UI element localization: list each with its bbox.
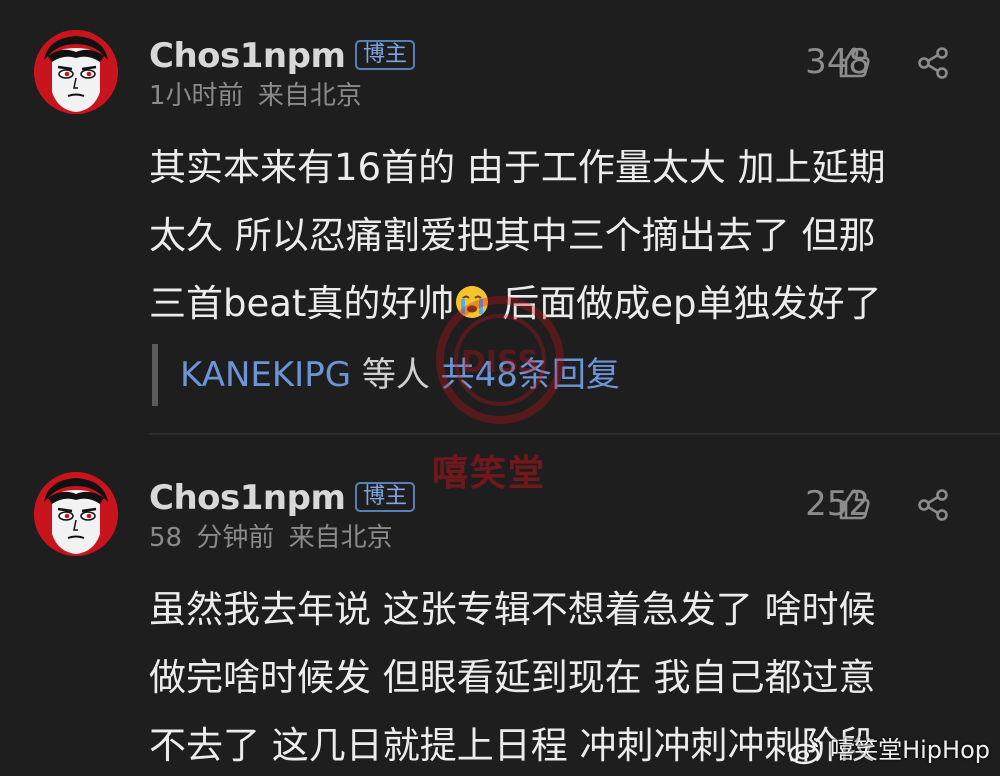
comment-location: 来自北京 (288, 523, 393, 553)
divider (149, 433, 1000, 435)
weibo-watermark-text: 嘻笑堂HipHop (830, 736, 990, 764)
avatar[interactable] (34, 30, 118, 114)
watermark-mark: DISS (461, 345, 539, 380)
username[interactable]: Chos1npm (149, 478, 346, 518)
author-badge: 博主 (355, 40, 416, 70)
watermark-text: 嘻笑堂 (432, 453, 547, 494)
avatar[interactable] (34, 472, 118, 556)
username[interactable]: Chos1npm (149, 36, 346, 76)
comment-location: 来自北京 (257, 81, 362, 111)
reply-mid-text: 等人 (351, 355, 441, 395)
comment-page: Chos1npm 博主 1小时前 来自北京 348 其实本来有16首的 由于工作… (0, 0, 1000, 776)
share-icon[interactable] (916, 46, 950, 80)
share-icon[interactable] (916, 488, 950, 522)
comment-line: 做完啥时候发 但眼看延到现在 我自己都过意 (149, 656, 876, 699)
reply-users[interactable]: KANEKIPG (180, 355, 351, 395)
comment-line: 其实本来有16首的 由于工作量太大 加上延期 (149, 146, 886, 189)
weibo-icon (788, 737, 823, 765)
comment-line-part: 三首beat真的好帅 (149, 282, 455, 325)
comment-line: 虽然我去年说 这张专辑不想着急发了 啥时候 (149, 588, 876, 631)
thumbs-up-icon[interactable] (836, 44, 872, 80)
comment-time: 1小时前 (149, 81, 244, 111)
comment-time: 58 分钟前 (149, 523, 275, 553)
comment-meta: 58 分钟前 来自北京 (149, 522, 393, 554)
comment-meta: 1小时前 来自北京 (149, 80, 362, 112)
author-badge: 博主 (355, 482, 416, 512)
thumbs-up-icon[interactable] (836, 486, 872, 522)
comment-line: 太久 所以忍痛割爱把其中三个摘出去了 但那 (149, 214, 876, 257)
weibo-watermark: 嘻笑堂HipHop (788, 734, 990, 766)
